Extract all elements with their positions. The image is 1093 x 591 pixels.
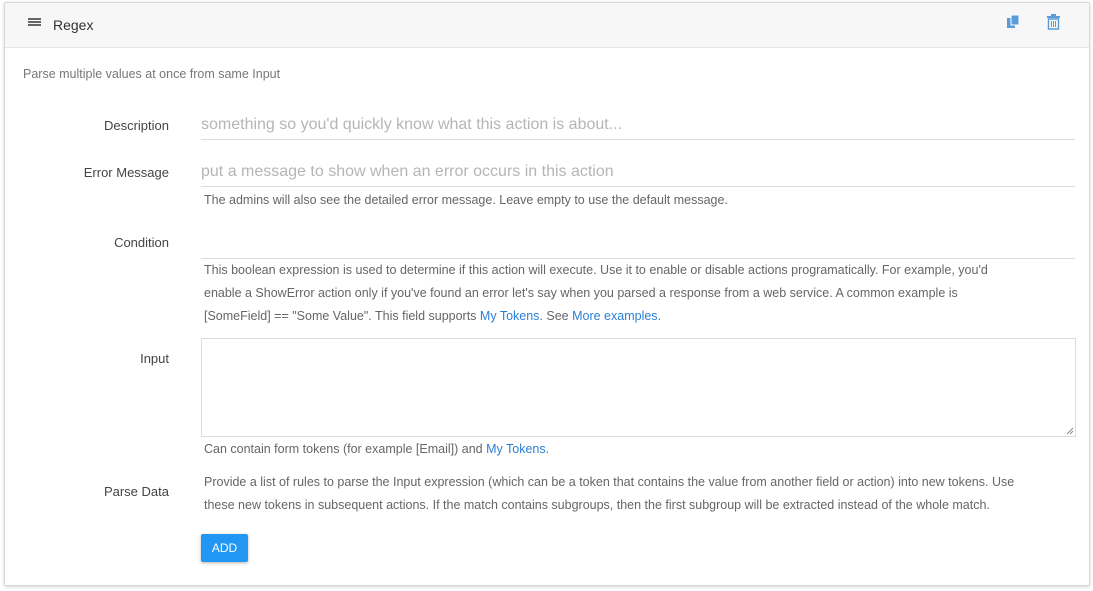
parse-data-help: Provide a list of rules to parse the Inp… [204,471,1076,517]
resize-grip-icon[interactable] [1066,427,1074,435]
parse-data-help-line2: these new tokens in subsequent actions. … [204,498,990,512]
condition-input[interactable] [201,229,1075,259]
input-help-text-a: Can contain form tokens (for example [Em… [204,442,487,456]
condition-help: This boolean expression is used to deter… [204,259,1076,328]
condition-label: Condition [114,235,169,250]
trash-icon[interactable] [1047,14,1060,30]
description-label: Description [103,118,169,133]
input-textarea[interactable] [201,338,1076,437]
panel-header: Regex [5,3,1089,48]
condition-help-line3: [SomeField] == "Some Value". This field … [204,305,1076,328]
input-help: Can contain form tokens (for example [Em… [204,438,1076,461]
parse-data-help-line1: Provide a list of rules to parse the Inp… [204,475,1015,489]
error-message-help: The admins will also see the detailed er… [204,193,728,207]
input-help-text-b: . [545,442,550,456]
panel-title: Regex [53,17,94,33]
condition-help-line1: This boolean expression is used to deter… [204,263,988,277]
my-tokens-link[interactable]: My Tokens [480,309,540,323]
condition-help-text-b: . See [539,309,573,323]
description-input[interactable] [201,110,1075,140]
panel-subtitle: Parse multiple values at once from same … [23,67,281,81]
input-my-tokens-link[interactable]: My Tokens [486,442,546,456]
regex-action-panel: Regex Parse multiple values at once from… [4,2,1090,586]
parse-data-label: Parse Data [103,484,169,499]
condition-help-line2: enable a ShowError action only if you've… [204,286,958,300]
add-rule-button[interactable]: ADD [201,534,248,562]
error-message-label: Error Message [83,165,169,180]
hamburger-menu-icon[interactable] [28,18,41,29]
input-label: Input [140,351,169,366]
condition-help-text-c: . [657,309,662,323]
condition-help-text-a: [SomeField] == "Some Value". This field … [204,309,480,323]
more-examples-link[interactable]: More examples [572,309,657,323]
copy-icon[interactable] [1007,15,1021,30]
error-message-input[interactable] [201,157,1075,187]
